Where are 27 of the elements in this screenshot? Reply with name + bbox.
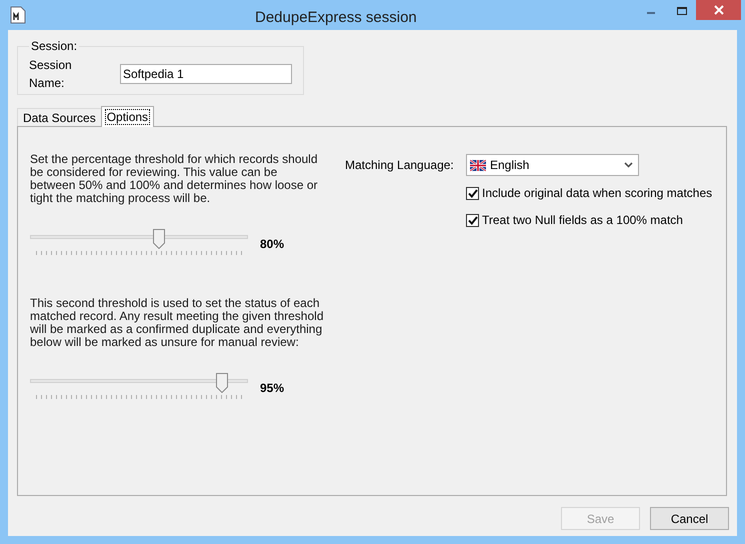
checkbox[interactable] (466, 186, 479, 200)
session-name-field[interactable]: Softpedia 1 (120, 64, 292, 84)
close-button[interactable] (696, 0, 741, 20)
matching-language-label: Matching Language: (345, 157, 455, 174)
checkbox-label: Treat two Null fields as a 100% match (482, 212, 683, 229)
tab[interactable]: Options (100, 106, 154, 127)
app-icon (10, 6, 26, 24)
window-title: DedupeExpress session (255, 8, 417, 28)
tab[interactable]: Data Sources (17, 108, 101, 126)
checkmark-icon (468, 188, 478, 198)
description-text: This second threshold is used to set the status of each matched record. Any result meeting the given threshold will be marked as a confirmed duplicate and everything below will be marked as unsure for manual review: (30, 297, 324, 349)
language-dropdown[interactable]: English (466, 154, 639, 176)
chevron-down-icon (624, 162, 633, 168)
session-name-label: Session Name: (29, 57, 73, 92)
checkbox-label: Include original data when scoring matches (482, 185, 712, 202)
language-value: English (490, 157, 530, 174)
checkmark-icon (468, 216, 478, 224)
flag-icon (470, 160, 486, 170)
threshold-value: 80% (260, 236, 284, 253)
dialog-button[interactable]: Cancel (650, 507, 729, 530)
threshold-value: 95% (260, 380, 284, 397)
description-text: Set the percentage threshold for which records should be considered for reviewing. This value can be between 50% and 100% and determines how loose or tight the matching process will be. (30, 153, 319, 205)
checkbox[interactable] (466, 214, 479, 226)
close-icon (714, 5, 724, 15)
slider-thumb[interactable] (216, 373, 228, 393)
session-legend: Session: (29, 37, 80, 55)
slider-thumb[interactable] (152, 229, 165, 249)
